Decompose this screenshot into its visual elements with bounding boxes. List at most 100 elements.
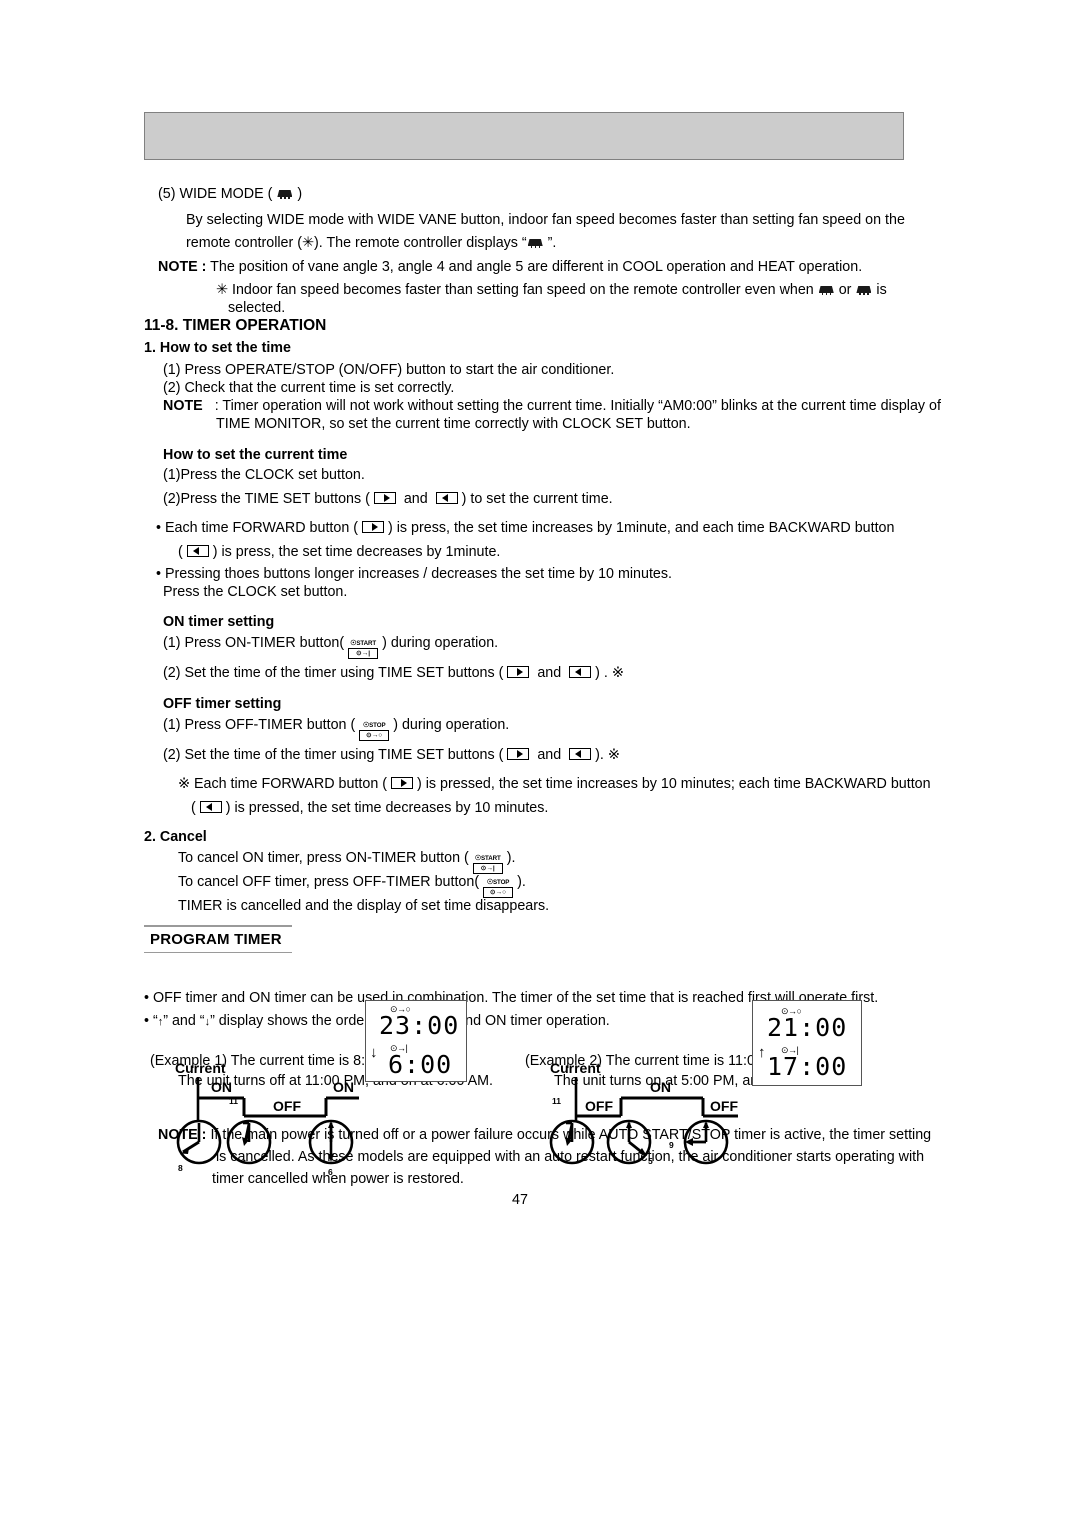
bullet1-post: ) is press, the set time increases by 1m… [388,520,895,536]
wide-mode-paragraph-2: remote controller (✳). The remote contro… [186,234,556,252]
wide-vane-icon [855,284,872,295]
wide-mode-title-suffix: ) [297,186,303,202]
lcd-order-arrow-icon: ↓ [370,1044,378,1061]
subnote-pre: Indoor fan speed becomes faster than set… [231,282,814,298]
off-timer-box-glyph: ⊙→○ [359,730,390,741]
bullet1-l2-pre: ( [178,544,183,560]
subnote-mid: or [838,282,852,298]
page-number: 47 [512,1192,528,1208]
wide-vane-icon [276,188,293,199]
final-note-line1: NOTE : If the main power is turned off o… [158,1126,931,1144]
off-timer-cap: STOP [369,722,386,730]
wide-mode-p2-post: ”. [543,235,557,251]
cancel-line1-post: ). [506,850,516,866]
program-timer-heading-block: PROGRAM TIMER [144,925,292,953]
wide-mode-title-prefix: (5) WIDE MODE ( [158,186,273,202]
on-timer-cap: START [356,640,377,648]
conjunction-and: and [537,665,562,681]
on-timer-button-icon[interactable]: ☉START ⊙→| [472,855,503,874]
timer-note-line2: TIME MONITOR, so set the current time co… [216,416,691,432]
on-timer-step2-pre: (2) Set the time of the timer using TIME… [163,665,504,681]
backward-button-icon[interactable] [569,666,592,678]
example2-clocks-svg [549,1119,729,1165]
asterisk-mark-icon: ✳ [302,235,314,251]
bullet-press-clock-set: Press the CLOCK set button. [163,584,348,600]
step-check-current-time: (2) Check that the current time is set c… [163,380,455,396]
final-note-line3: timer cancelled when power is restored. [212,1171,464,1187]
backward-button-icon[interactable] [186,545,209,557]
off-timer-step2-post: ). ※ [595,747,620,763]
forward-button-icon[interactable] [507,748,530,760]
rule-bottom [144,951,292,953]
cancel-line2-pre: To cancel OFF timer, press OFF-TIMER but… [178,874,480,890]
wide-mode-subnote: ✳ Indoor fan speed becomes faster than s… [216,281,887,299]
on-timer-step2-post: ) . ※ [595,665,624,681]
off-timer-note-pre: ※ Each time FORWARD button ( [178,776,388,792]
subheading-off-timer-setting: OFF timer setting [163,696,282,712]
cancel-line2-post: ). [517,874,526,890]
example1-state-last: ON [333,1079,354,1095]
off-timer-note-line1: ※ Each time FORWARD button ( ) is presse… [178,775,931,793]
bullet-forward-backward-1min: • Each time FORWARD button ( ) is press,… [156,519,894,537]
example1-lcd-on-time: 6:00 [388,1050,453,1079]
backward-button-icon[interactable] [435,492,458,504]
backward-button-icon[interactable] [569,748,592,760]
off-timer-button-icon[interactable]: ☉STOP ⊙→○ [483,879,514,898]
example1-lcd-panel: ⊙→○ 23:00 ↓ ⊙→| 6:00 [365,1000,467,1082]
lcd-order-arrow-icon: ↑ [758,1044,766,1061]
on-timer-step1: (1) Press ON-TIMER button( ☉START ⊙→| ) … [163,634,498,659]
final-note-text-1: If the main power is turned off or a pow… [210,1127,932,1143]
subheading-set-current-time: How to set the current time [163,447,348,463]
note-text: The position of vane angle 3, angle 4 an… [210,259,863,275]
section-number: 11-8. [144,317,179,334]
off-timer-note-line2: ( ) is pressed, the set time decreases b… [191,799,548,817]
example2-clock1-hour: 11 [552,1096,561,1106]
wide-mode-paragraph-1: By selecting WIDE mode with WIDE VANE bu… [186,212,905,228]
subheading-how-to-set-time: 1. How to set the time [144,340,291,356]
bullet-backward-1min-line2: ( ) is press, the set time decreases by … [178,543,500,561]
bullet1-l2-post: ) is press, the set time decreases by 1m… [212,544,501,560]
note-label: NOTE : [158,1127,207,1143]
example1-lcd-off-time: 23:00 [379,1011,460,1040]
wide-vane-icon [818,284,835,295]
forward-button-icon[interactable] [362,521,385,533]
step-press-time-set: (2)Press the TIME SET buttons ( and ) to… [163,490,613,508]
off-timer-step1-pre: (1) Press OFF-TIMER button ( [163,717,356,733]
section-title: TIMER OPERATION [182,317,327,334]
backward-button-icon[interactable] [199,801,222,813]
step-press-clock-set: (1)Press the CLOCK set button. [163,467,365,483]
subnote-line2: selected. [228,300,286,316]
example2-state-middle: ON [650,1079,671,1095]
on-timer-step1-post: ) during operation. [382,635,499,651]
off-timer-step2-pre: (2) Set the time of the timer using TIME… [163,747,504,763]
subheading-on-timer-setting: ON timer setting [163,614,275,630]
note-label: NOTE [163,398,203,414]
header-bar [144,112,904,160]
forward-button-icon[interactable] [373,492,396,504]
example1-clock1-hour: 8 [178,1163,183,1173]
asterisk-mark-icon: ✳ [216,282,228,298]
example2-lcd-on-time: 17:00 [767,1052,848,1081]
conjunction-and: and [403,491,428,507]
example1-clock2-hour: 11 [229,1096,238,1106]
conjunction-and: and [537,747,562,763]
off-timer-note-l2-post: ) is pressed, the set time decreases by … [225,800,549,816]
bullet1-pre: • Each time FORWARD button ( [156,520,359,536]
wide-mode-note: NOTE : The position of vane angle 3, ang… [158,258,862,276]
bullet2-pre: • “ [144,1013,158,1029]
example2-lcd-off-time: 21:00 [767,1013,848,1042]
forward-button-icon[interactable] [391,777,413,789]
on-timer-button-icon[interactable]: ☉START ⊙→| [348,640,379,659]
document-page: (5) WIDE MODE ( ) By selecting WIDE mode… [0,0,1080,1531]
example1-state-first: ON [211,1079,232,1095]
note-line1-text: : Timer operation will not work without … [214,398,941,414]
off-timer-step1-post: ) during operation. [393,717,510,733]
off-timer-note-l2-pre: ( [191,800,196,816]
on-timer-step2: (2) Set the time of the timer using TIME… [163,664,624,682]
step-press-operate-stop: (1) Press OPERATE/STOP (ON/OFF) button t… [163,362,615,378]
off-timer-button-icon[interactable]: ☉STOP ⊙→○ [359,722,390,741]
cancel-line1-pre: To cancel ON timer, press ON-TIMER butto… [178,850,469,866]
bullet-long-press: • Pressing thoes buttons longer increase… [156,566,672,582]
cancel-line2: To cancel OFF timer, press OFF-TIMER but… [178,873,526,898]
forward-button-icon[interactable] [507,666,530,678]
